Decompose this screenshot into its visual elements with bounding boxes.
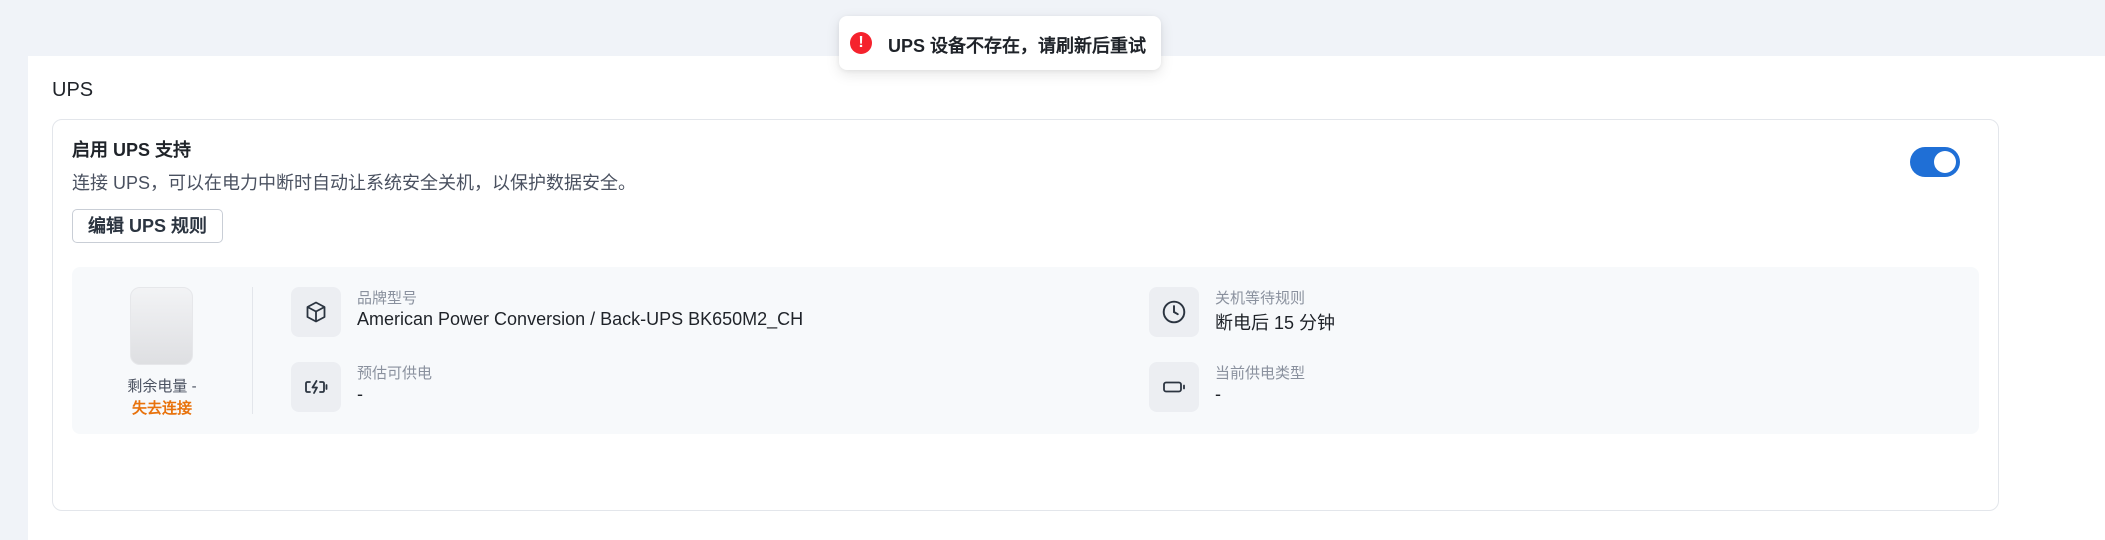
- info-value: 断电后 15 分钟: [1215, 313, 1336, 333]
- toast-message: UPS 设备不存在，请刷新后重试: [888, 36, 1147, 56]
- info-value: -: [357, 384, 363, 404]
- info-label: 当前供电类型: [1215, 365, 1306, 382]
- ups-support-card: 启用 UPS 支持 连接 UPS，可以在电力中断时自动让系统安全关机，以保护数据…: [52, 119, 1999, 511]
- battery-icon: [1149, 362, 1199, 412]
- section-title: UPS: [52, 79, 94, 101]
- battery-charging-icon: [291, 362, 341, 412]
- connection-status: 失去连接: [131, 400, 192, 417]
- edit-ups-rules-button[interactable]: 编辑 UPS 规则: [72, 209, 224, 243]
- info-label: 关机等待规则: [1215, 290, 1306, 307]
- info-label: 预估可供电: [357, 365, 433, 382]
- toggle-knob: [1934, 151, 1956, 173]
- ups-device-icon: [130, 287, 193, 365]
- ups-settings-page: UPS 启用 UPS 支持 连接 UPS，可以在电力中断时自动让系统安全关机，以…: [28, 56, 2105, 540]
- battery-status-column: 剩余电量 - 失去连接: [72, 267, 252, 434]
- ups-support-description: 连接 UPS，可以在电力中断时自动让系统安全关机，以保护数据安全。: [72, 173, 637, 193]
- enable-ups-toggle[interactable]: [1910, 147, 1960, 177]
- box-icon: [291, 287, 341, 337]
- error-icon: !: [850, 32, 872, 54]
- error-toast: ! UPS 设备不存在，请刷新后重试: [839, 16, 1161, 70]
- ups-info-panel: 剩余电量 - 失去连接 品牌型号 American Power Conversi…: [72, 267, 1979, 434]
- info-value: American Power Conversion / Back-UPS BK6…: [357, 309, 804, 329]
- remaining-battery-label: 剩余电量 -: [127, 378, 197, 395]
- clock-icon: [1149, 287, 1199, 337]
- ups-support-title: 启用 UPS 支持: [72, 140, 192, 160]
- info-value: -: [1215, 384, 1221, 404]
- info-label: 品牌型号: [357, 290, 418, 307]
- divider: [252, 287, 253, 414]
